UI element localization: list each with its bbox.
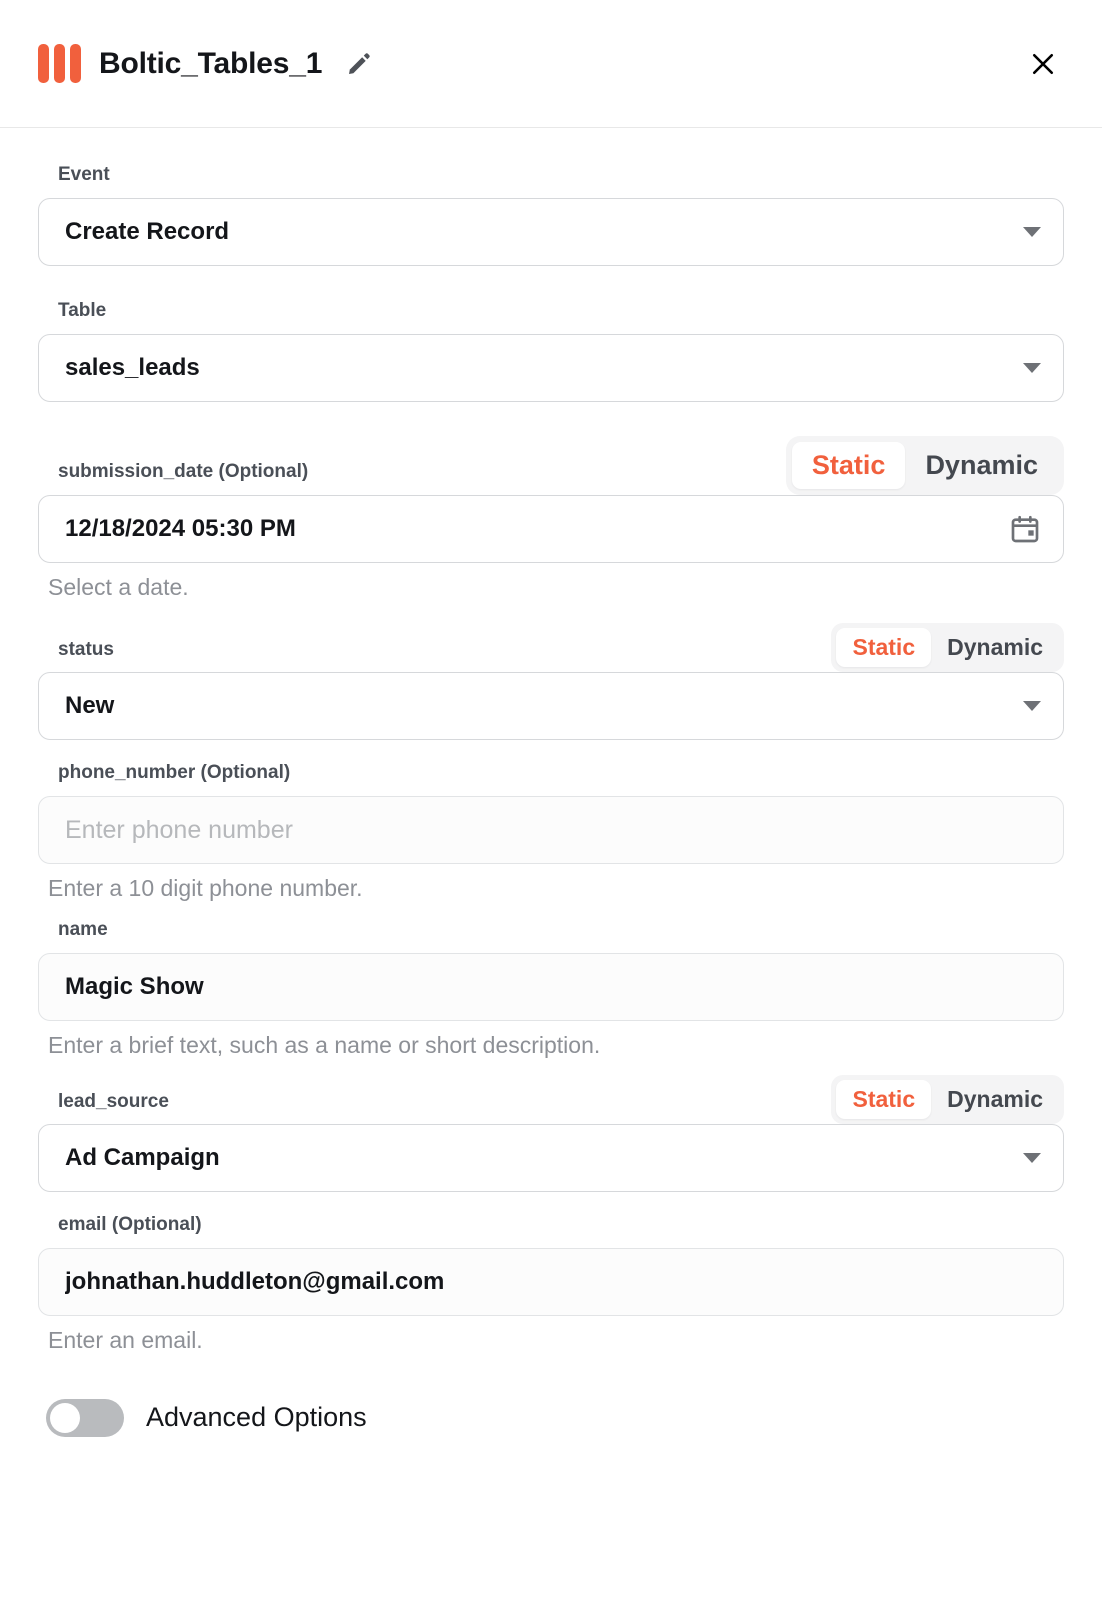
helper-submission-date: Select a date. [48,573,189,600]
field-phone-number: phone_number (Optional) Enter phone numb… [38,762,1064,903]
lead-source-select[interactable]: Ad Campaign [38,1124,1064,1193]
field-label-event: Event [58,164,110,185]
helper-email: Enter an email. [48,1327,203,1354]
email-input[interactable]: johnathan.huddleton@gmail.com [38,1248,1064,1317]
helper-name: Enter a brief text, such as a name or sh… [48,1031,601,1058]
field-label-phone-number: phone_number (Optional) [58,762,291,784]
field-label-lead-source: lead_source [58,1090,169,1112]
field-lead-source: lead_source Static Dynamic Ad Campaign [38,1075,1064,1193]
field-label-status: status [58,638,114,660]
chevron-down-icon [1023,1153,1041,1164]
advanced-options-label: Advanced Options [146,1402,367,1433]
dialog-header: Boltic_Tables_1 [0,0,1102,128]
event-select[interactable]: Create Record [38,197,1064,266]
field-label-table: Table [58,299,107,321]
status-label-row: status Static Dynamic [38,623,1064,673]
static-dynamic-toggle-status: Static Dynamic [831,623,1064,673]
advanced-options-toggle[interactable] [46,1398,124,1437]
event-select-value: Create Record [65,217,230,245]
submission-date-label-row: submission_date (Optional) Static Dynami… [38,435,1064,495]
status-select-value: New [65,692,115,720]
submission-date-input[interactable]: 12/18/2024 05:30 PM [38,494,1064,563]
phone-number-input[interactable]: Enter phone number [38,796,1064,865]
record-form: Event Create Record Table sales_leads su… [0,128,1102,1437]
phone-number-placeholder: Enter phone number [65,815,293,844]
field-status: status Static Dynamic New [38,623,1064,741]
close-icon[interactable] [1026,47,1060,81]
boltic-logo-icon [38,44,81,83]
chevron-down-icon [1023,701,1041,712]
table-select-value: sales_leads [65,353,200,381]
chevron-down-icon [1023,226,1041,237]
page-title: Boltic_Tables_1 [99,46,323,80]
brand: Boltic_Tables_1 [38,44,374,83]
field-event: Event Create Record [38,164,1064,266]
calendar-icon[interactable] [1009,513,1041,545]
lead-source-select-value: Ad Campaign [65,1144,220,1172]
email-value: johnathan.huddleton@gmail.com [65,1268,445,1296]
field-label-name: name [58,918,108,940]
lead-source-label-row: lead_source Static Dynamic [38,1075,1064,1125]
table-select[interactable]: sales_leads [38,333,1064,402]
static-dynamic-toggle-lead-source: Static Dynamic [831,1075,1064,1125]
pencil-icon[interactable] [344,49,374,79]
name-input[interactable]: Magic Show [38,952,1064,1021]
toggle-option-static[interactable]: Static [836,628,932,668]
field-email: email (Optional) johnathan.huddleton@gma… [38,1214,1064,1355]
field-label-email: email (Optional) [58,1214,202,1236]
field-label-submission-date: submission_date (Optional) [58,460,309,482]
advanced-options-row[interactable]: Advanced Options [38,1398,1064,1437]
helper-phone-number: Enter a 10 digit phone number. [48,875,363,902]
submission-date-value: 12/18/2024 05:30 PM [65,514,296,542]
toggle-option-static[interactable]: Static [791,441,906,489]
status-select[interactable]: New [38,672,1064,741]
toggle-knob [50,1402,80,1433]
toggle-option-dynamic[interactable]: Dynamic [931,628,1059,667]
toggle-option-dynamic[interactable]: Dynamic [905,442,1058,489]
toggle-option-dynamic[interactable]: Dynamic [931,1080,1059,1119]
field-table: Table sales_leads [38,300,1064,402]
static-dynamic-toggle-submission-date: Static Dynamic [785,435,1064,495]
toggle-option-static[interactable]: Static [836,1080,932,1120]
field-submission-date: submission_date (Optional) Static Dynami… [38,435,1064,602]
field-name: name Magic Show Enter a brief text, such… [38,919,1064,1060]
name-value: Magic Show [65,972,204,1000]
chevron-down-icon [1023,362,1041,373]
